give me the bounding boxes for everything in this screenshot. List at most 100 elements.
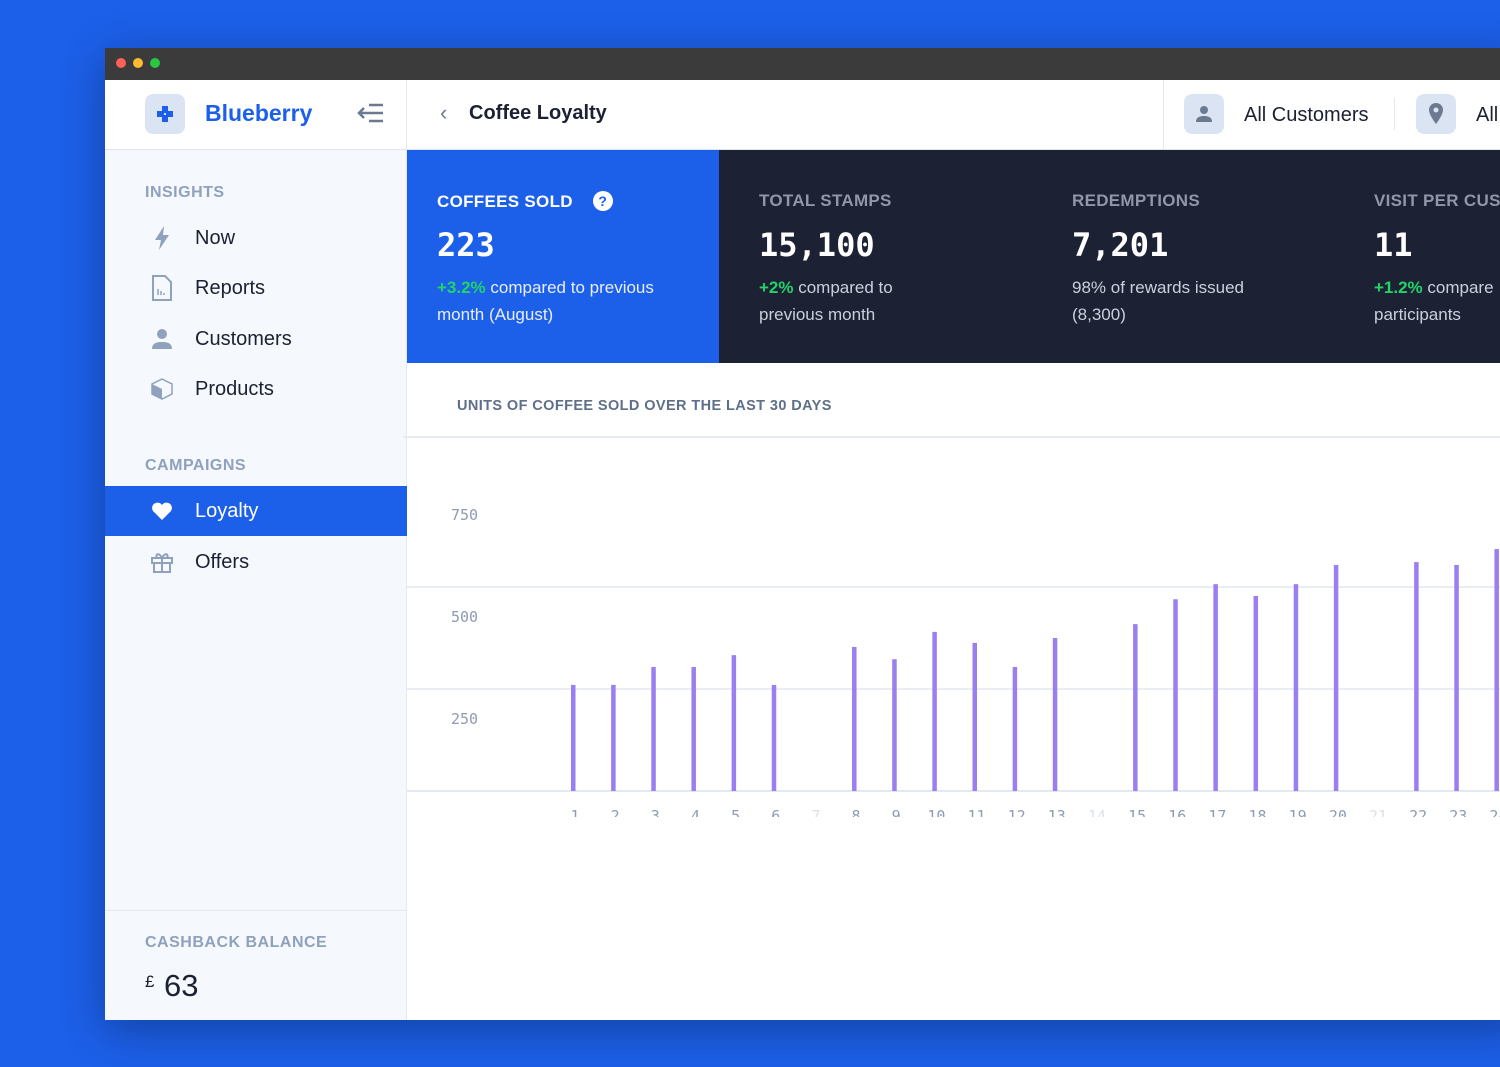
sidebar-item-products[interactable]: Products xyxy=(105,364,407,414)
stat-description: 98% of rewards issued (8,300) xyxy=(1072,278,1244,324)
x-tick-label: 21 xyxy=(1369,807,1387,817)
sidebar-item-label: Products xyxy=(195,377,274,400)
sidebar-item-reports[interactable]: Reports xyxy=(105,263,407,313)
location-pin-icon xyxy=(1429,103,1443,124)
x-tick-label: 24 xyxy=(1489,807,1500,817)
stat-label: REDEMPTIONS xyxy=(1072,191,1200,210)
back-button[interactable]: ‹ xyxy=(440,100,447,126)
stat-value: 11 xyxy=(1374,226,1413,264)
x-tick-label: 18 xyxy=(1249,807,1267,817)
bar xyxy=(1052,638,1058,791)
divider xyxy=(105,910,407,911)
cashback-label: CASHBACK BALANCE xyxy=(145,934,328,951)
sidebar-item-label: Loyalty xyxy=(195,499,259,522)
x-tick-label: 15 xyxy=(1128,807,1146,817)
x-tick-label: 19 xyxy=(1289,807,1307,817)
stat-card-coffees-sold[interactable]: COFFEES SOLD? 223 +3.2% compared to prev… xyxy=(407,150,719,363)
x-tick-label: 9 xyxy=(892,807,901,817)
bar xyxy=(932,631,937,791)
x-tick-label: 3 xyxy=(651,807,660,817)
stat-value: 223 xyxy=(437,226,495,264)
sidebar-item-now[interactable]: Now xyxy=(105,213,407,263)
chart-title: UNITS OF COFFEE SOLD OVER THE LAST 30 DA… xyxy=(457,398,832,414)
sidebar-item-offers[interactable]: Offers xyxy=(105,537,407,587)
collapse-sidebar-icon[interactable] xyxy=(357,102,385,124)
blueberry-logo-icon xyxy=(157,106,173,122)
logo xyxy=(145,94,185,134)
user-icon xyxy=(147,328,177,350)
cashback-currency: £ xyxy=(145,972,155,991)
sidebar-item-label: Offers xyxy=(195,550,250,573)
bar xyxy=(1213,584,1218,791)
bar xyxy=(1414,562,1419,791)
bar xyxy=(1253,595,1259,791)
stat-description: +3.2% compared to previous month (August… xyxy=(437,274,697,328)
bar xyxy=(1333,564,1339,791)
stat-change: +3.2% xyxy=(437,278,486,297)
sidebar-item-label: Now xyxy=(195,226,236,249)
x-tick-label: 13 xyxy=(1048,807,1066,817)
heart-icon xyxy=(147,501,177,521)
stat-card-total-stamps[interactable]: TOTAL STAMPS 15,100 +2% compared to prev… xyxy=(729,150,1029,363)
stat-card-visits[interactable]: VISIT PER CUS 11 +1.2% compare participa… xyxy=(1344,150,1500,363)
units-sold-chart: 2505007501 2 3 4 5 6 7 8 9 10 11 12 13 14 15 16 17 18 19 20… xyxy=(407,506,1500,817)
x-tick-label: 12 xyxy=(1008,807,1026,817)
x-tick-label: 7 xyxy=(811,807,820,817)
bar xyxy=(892,659,897,791)
bar xyxy=(691,666,696,791)
location-filter-icon-box[interactable] xyxy=(1416,94,1456,134)
bar xyxy=(972,642,977,791)
box-icon xyxy=(147,378,177,400)
stat-description: +2% compared to previous month xyxy=(759,274,959,328)
bar xyxy=(1012,666,1018,791)
x-tick-label: 2 xyxy=(611,807,620,817)
minimize-window-button[interactable] xyxy=(133,58,143,68)
stat-value: 7,201 xyxy=(1072,226,1169,264)
x-tick-label: 22 xyxy=(1409,807,1427,817)
cashback-value: 63 xyxy=(164,968,199,1003)
stat-description: +1.2% compare participants xyxy=(1374,274,1500,328)
stat-label: TOTAL STAMPS xyxy=(759,191,892,210)
stat-card-redemptions[interactable]: REDEMPTIONS 7,201 98% of rewards issued … xyxy=(1042,150,1342,363)
bar xyxy=(611,684,616,791)
bar xyxy=(651,666,656,791)
x-tick-label: 14 xyxy=(1088,807,1106,817)
x-tick-label: 10 xyxy=(927,807,945,817)
maximize-window-button[interactable] xyxy=(150,58,160,68)
sidebar: INSIGHTS Now Reports Customers Products … xyxy=(105,150,407,1020)
x-tick-label: 1 xyxy=(570,807,579,817)
bar xyxy=(1133,624,1138,791)
help-icon[interactable]: ? xyxy=(592,191,613,211)
location-filter[interactable]: All xyxy=(1476,104,1498,127)
stat-change: +2% xyxy=(759,278,794,297)
sidebar-item-label: Customers xyxy=(195,327,292,350)
section-title-insights: INSIGHTS xyxy=(145,184,225,201)
x-tick-label: 16 xyxy=(1168,807,1186,817)
bar xyxy=(1293,584,1299,791)
title-bar xyxy=(105,48,1500,80)
customer-filter-icon-box[interactable] xyxy=(1184,94,1224,134)
user-icon xyxy=(1196,106,1212,122)
divider xyxy=(406,80,407,150)
x-tick-label: 23 xyxy=(1449,807,1467,817)
x-tick-label: 4 xyxy=(691,807,700,817)
customer-filter[interactable]: All Customers xyxy=(1244,104,1368,127)
close-window-button[interactable] xyxy=(116,58,126,68)
stat-value: 15,100 xyxy=(759,226,875,264)
bar xyxy=(1494,549,1499,791)
sidebar-item-label: Reports xyxy=(195,276,266,299)
stat-label: COFFEES SOLD xyxy=(437,192,573,211)
app-window: Blueberry ‹ Coffee Loyalty All Customers… xyxy=(105,48,1500,1020)
bar xyxy=(571,684,576,791)
divider xyxy=(1163,80,1164,150)
brand-name: Blueberry xyxy=(205,100,313,126)
divider xyxy=(1394,98,1395,130)
stats-row: COFFEES SOLD? 223 +3.2% compared to prev… xyxy=(407,150,1500,363)
sidebar-item-customers[interactable]: Customers xyxy=(105,314,407,364)
x-tick-label: 17 xyxy=(1208,807,1226,817)
y-tick-label: 750 xyxy=(451,506,478,524)
bar xyxy=(1173,599,1178,791)
lightning-icon xyxy=(147,226,177,250)
sidebar-item-loyalty[interactable]: Loyalty xyxy=(105,486,407,536)
bar xyxy=(771,684,777,791)
